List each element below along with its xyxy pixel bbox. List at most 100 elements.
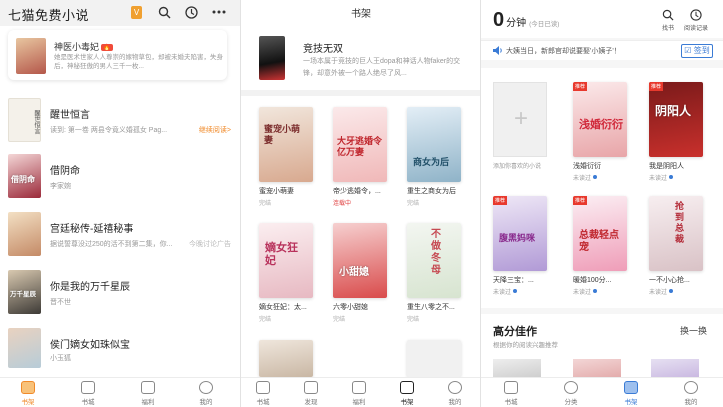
- vip-badge-icon[interactable]: V: [131, 6, 142, 19]
- shelf-book[interactable]: 蜜宠小萌妻 蜜宠小萌妻 完结: [259, 107, 313, 207]
- tab-profile[interactable]: 我的: [435, 381, 475, 406]
- book-status: 未读过: [573, 173, 627, 182]
- featured-book-title[interactable]: 竞技无双: [303, 40, 343, 55]
- announcement-text: 大姨当日，新郎官却说要娶'小姨子'！: [506, 48, 621, 55]
- book-title: 你是我的万千星辰: [50, 282, 130, 293]
- book-status: 完结: [407, 317, 420, 323]
- book-cover[interactable]: [651, 359, 699, 379]
- shelf-book[interactable]: 推荐 腹黑妈咪 天降三宝：... 未读过: [493, 196, 547, 296]
- shelf-book[interactable]: 嫡女狂妃 嫡女狂妃：太... 完结: [259, 223, 313, 323]
- book-cover: 醒世恒言: [8, 98, 41, 142]
- book-cover: 商女为后: [407, 107, 461, 182]
- home-icon: [256, 381, 270, 394]
- bookshelf-panel: 书架 竞技无双 一场本属于竞技的巨人王dopa和神话人物faker的交锋，却意外…: [241, 0, 481, 407]
- book-cover: 推荐 总裁轻点宠: [573, 196, 627, 271]
- book-cover[interactable]: [493, 359, 541, 379]
- plus-icon: +: [513, 105, 528, 132]
- tab-discover[interactable]: 发现: [291, 381, 331, 406]
- shelf-book[interactable]: 推荐 阴阳人 我是阴阳人 未读过: [649, 82, 703, 182]
- tab-profile[interactable]: 我的: [186, 381, 226, 406]
- gift-icon: [141, 381, 155, 394]
- book-cover[interactable]: [573, 359, 621, 379]
- announcement-bar[interactable]: 大姨当日，新郎官却说要娶'小姨子'！ ☑ 签到: [481, 40, 723, 60]
- reading-history-button[interactable]: 阅读记录: [684, 9, 708, 32]
- book-status: 未读过: [493, 287, 547, 296]
- book-icon: [504, 381, 518, 394]
- compass-icon: [564, 381, 578, 394]
- shelf-panel-alt: 0 分钟 (今日已读) 找书 阅读记录 大姨当日，新郎官却说要娶'小姨子'！ ☑ 签…: [481, 0, 723, 407]
- book-cover: 小甜媳: [333, 223, 387, 298]
- book-cover: [259, 340, 313, 377]
- recommend-tag: 推荐: [649, 82, 664, 91]
- shelf-book[interactable]: 不做冬母 重生八零之不... 完结: [407, 223, 461, 323]
- book-title: 神医小毒妃 🔥: [54, 42, 113, 52]
- book-title: 醒世恒言: [50, 110, 90, 121]
- book-cover: 推荐 腹黑妈咪: [493, 196, 547, 271]
- book-cover: 推荐 浅婚衍衍: [573, 82, 627, 157]
- refresh-button[interactable]: 换一换: [680, 324, 707, 337]
- recommend-tag: 推荐: [573, 196, 588, 205]
- book-cover: 不做冬母: [407, 223, 461, 298]
- book-author: 小玉狐: [50, 355, 71, 362]
- book-title: 嫡女狂妃：太...: [259, 304, 307, 311]
- featured-book-description: 一场本属于竞技的巨人王dopa和神话人物faker的交锋，却意外被一个路人绝尽了…: [303, 58, 461, 77]
- search-icon[interactable]: [158, 6, 171, 19]
- add-label: 添加你喜欢的小说: [493, 164, 542, 170]
- book-title: 蜜宠小萌妻: [259, 188, 294, 195]
- book-cover: [8, 212, 41, 256]
- shelf-book[interactable]: 小甜媳 六零小甜媳 完结: [333, 223, 387, 323]
- shelf-book[interactable]: 大牙逃婚令亿万妻 帝少逃婚令，... 连载中: [333, 107, 387, 207]
- gift-icon: [352, 381, 366, 394]
- tab-bookshelf[interactable]: 书架: [611, 381, 651, 406]
- sign-in-button[interactable]: ☑ 签到: [681, 44, 713, 58]
- book-status: 完结: [259, 201, 272, 207]
- shelf-book[interactable]: 抢到总裁 一不小心抢... 未读过: [649, 196, 703, 296]
- shelf-book[interactable]: 推荐 总裁轻点宠 暖婚100分... 未读过: [573, 196, 627, 296]
- book-cover: [407, 340, 461, 377]
- more-dots-icon[interactable]: [212, 10, 226, 14]
- shelf-book[interactable]: 推荐 浅婚衍衍 浅婚衍衍 未读过: [573, 82, 627, 182]
- bottom-tab-bar: 书城 分类 书架 我的: [481, 377, 723, 407]
- bottom-tab-bar: 书城 发现 福利 书架 我的: [241, 377, 481, 407]
- book-status: 未读过: [649, 287, 703, 296]
- tab-bookstore[interactable]: 书城: [243, 381, 283, 406]
- continue-reading-link[interactable]: 继续阅读>: [199, 125, 231, 135]
- recommend-tag: 推荐: [573, 82, 588, 91]
- tab-welfare[interactable]: 福利: [339, 381, 379, 406]
- book-cover: [16, 38, 46, 74]
- fire-icon: 🔥: [101, 44, 113, 51]
- bookshelf-icon: [400, 381, 414, 394]
- tab-bookstore[interactable]: 书城: [491, 381, 531, 406]
- shelf-book[interactable]: [259, 340, 313, 377]
- person-icon: [684, 381, 698, 394]
- add-book-button[interactable]: + 添加你喜欢的小说: [493, 82, 547, 170]
- shelf-book[interactable]: [407, 340, 461, 377]
- book-cover: 嫡女狂妃: [259, 223, 313, 298]
- history-clock-icon[interactable]: [185, 6, 198, 19]
- tab-profile[interactable]: 我的: [671, 381, 711, 406]
- book-description: 她是医术世家人人尊崇的嫁物草包，却被未婚夫陷害，失身后，神秘狂傲的男人三千一枚.…: [54, 54, 223, 70]
- book-title: 六零小甜媳: [333, 304, 368, 311]
- book-cover: 大牙逃婚令亿万妻: [333, 107, 387, 182]
- search-icon: [662, 9, 674, 21]
- bookstore-panel: 七猫免费小说 V 神医小毒妃 🔥 她是医术世家人人尊崇的嫁物草包，却被未婚夫陷害，…: [0, 0, 241, 407]
- section-title: 高分佳作: [493, 326, 537, 338]
- shelf-book[interactable]: 商女为后 重生之商女为后 完结: [407, 107, 461, 207]
- document-icon: [304, 381, 318, 394]
- find-book-button[interactable]: 找书: [662, 9, 674, 32]
- tab-bookshelf[interactable]: 书架: [8, 381, 48, 406]
- tab-bookstore[interactable]: 书城: [68, 381, 108, 406]
- book-title: 借阴命: [50, 166, 80, 177]
- bookshelf-grid: + 添加你喜欢的小说 推荐 浅婚衍衍 浅婚衍衍 未读过 推荐 阴阳人 我是阴阳人 未…: [481, 68, 723, 308]
- featured-book-cover[interactable]: [259, 36, 285, 80]
- tab-category[interactable]: 分类: [551, 381, 591, 406]
- book-title: 天降三宝：...: [493, 277, 534, 284]
- book-cover: [8, 328, 41, 368]
- book-cover: 抢到总裁: [649, 196, 703, 271]
- bar-chart-icon: [624, 381, 638, 394]
- tab-bookshelf[interactable]: 书架: [387, 381, 427, 406]
- book-author: 李家婉: [50, 183, 71, 190]
- book-icon: [81, 381, 95, 394]
- tab-welfare[interactable]: 福利: [128, 381, 168, 406]
- featured-book-card[interactable]: 神医小毒妃 🔥 她是医术世家人人尊崇的嫁物草包，却被未婚夫陷害，失身后，神秘狂傲的…: [8, 30, 227, 80]
